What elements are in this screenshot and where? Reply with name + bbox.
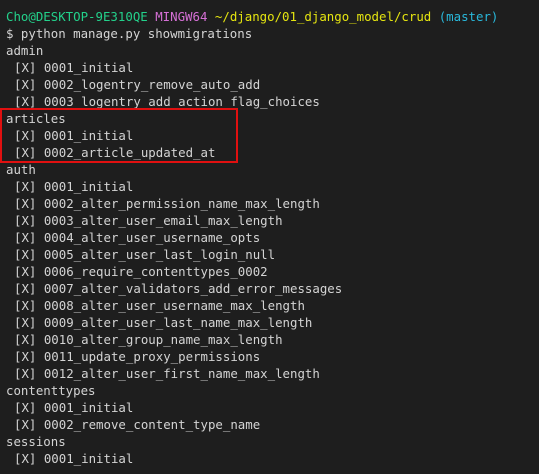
migration-entry: [X] 0012_alter_user_first_name_max_lengt… (14, 366, 320, 381)
migration-entry: [X] 0001_initial (14, 400, 134, 415)
highlight-box-articles (0, 108, 238, 163)
migration-entry: [X] 0006_require_contenttypes_0002 (14, 264, 268, 279)
app-label: contenttypes (6, 383, 96, 398)
prompt-path: ~/django/01_django_model/crud (214, 9, 432, 24)
command-output: admin [X] 0001_initial [X] 0002_logentry_r… (6, 42, 539, 467)
migration-entry: [X] 0007_alter_validators_add_error_mess… (14, 281, 343, 296)
migration-entry: [X] 0001_initial (14, 60, 134, 75)
terminal-window[interactable]: Cho@DESKTOP-9E310QE MINGW64 ~/django/01_… (0, 0, 539, 474)
migration-entry: [X] 0002_logentry_remove_auto_add (14, 77, 261, 92)
migration-entry: [X] 0002_alter_permission_name_max_lengt… (14, 196, 320, 211)
command-line: $ python manage.py showmigrations (6, 26, 253, 41)
prompt-shell: MINGW64 (155, 9, 208, 24)
app-label: sessions (6, 434, 66, 449)
migration-entry: [X] 0008_alter_user_username_max_length (14, 298, 305, 313)
migration-entry: [X] 0004_alter_user_username_opts (14, 230, 261, 245)
prompt-branch: (master) (438, 9, 499, 24)
migration-entry: [X] 0001_initial (14, 179, 134, 194)
migration-entry: [X] 0005_alter_user_last_login_null (14, 247, 276, 262)
migration-entry: [X] 0009_alter_user_last_name_max_length (14, 315, 313, 330)
prompt-line: Cho@DESKTOP-9E310QE MINGW64 ~/django/01_… (6, 8, 539, 25)
migration-entry: [X] 0010_alter_group_name_max_length (14, 332, 283, 347)
prompt-user-host: Cho@DESKTOP-9E310QE (6, 9, 148, 24)
migration-entry: [X] 0011_update_proxy_permissions (14, 349, 261, 364)
app-label: admin (6, 43, 44, 58)
app-label: auth (6, 162, 36, 177)
migration-entry: [X] 0003_alter_user_email_max_length (14, 213, 283, 228)
migration-entry: [X] 0001_initial (14, 451, 134, 466)
migration-entry: [X] 0002_remove_content_type_name (14, 417, 261, 432)
